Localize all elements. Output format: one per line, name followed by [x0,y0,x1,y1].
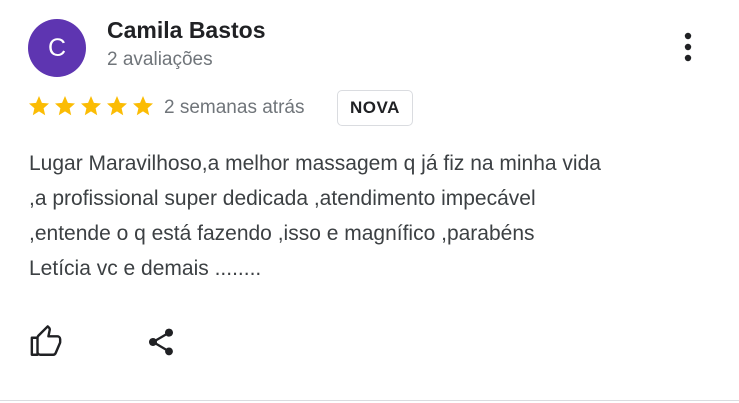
avatar-initial: C [47,33,67,62]
like-button[interactable] [26,322,66,362]
star-icon [133,96,153,116]
share-button[interactable] [141,322,181,362]
thumbs-up-icon [30,325,62,356]
more-vert-icon [684,32,692,62]
review-count: 2 avaliações [107,49,213,70]
star-rating [27,94,155,118]
review-text-line: ,a profissional super dedicada ,atendime… [29,187,536,210]
author-name[interactable]: Camila Bastos [107,17,266,44]
review-text-line: ,entende o q está fazendo ,isso e magníf… [29,222,535,245]
avatar[interactable]: C [28,19,86,77]
review-text-line: Lugar Maravilhoso,a melhor massagem q já… [29,152,601,175]
share-icon [149,328,173,356]
new-badge: NOVA [337,90,413,126]
more-options-button[interactable] [674,30,702,64]
divider [0,400,739,401]
review-time: 2 semanas atrás [164,97,305,118]
star-icon [55,96,75,116]
review-text: Lugar Maravilhoso,a melhor massagem q já… [29,146,719,286]
star-icon [107,96,127,116]
review-text-line: Letícia vc e demais ........ [29,257,262,280]
star-icon [29,96,49,116]
star-icon [81,96,101,116]
